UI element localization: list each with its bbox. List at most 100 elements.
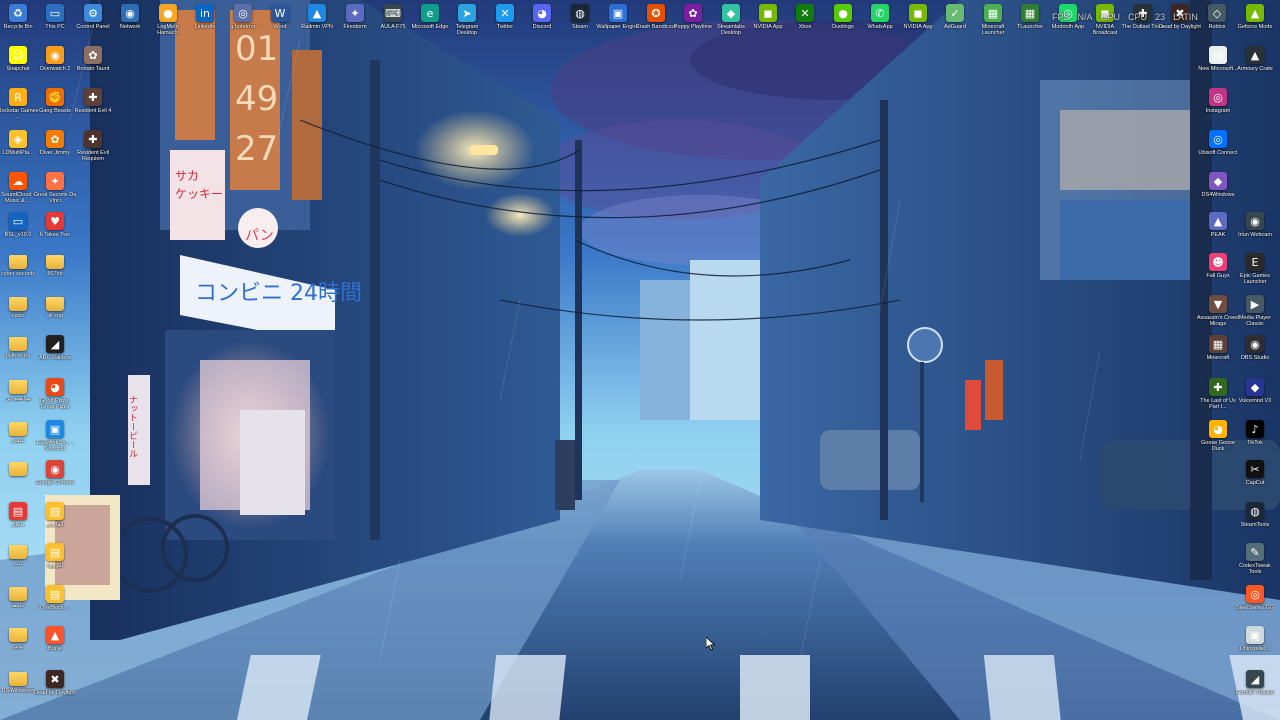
desktop-icon-linkedin[interactable]: in LinkedIn [185, 2, 225, 42]
desktop-icon-dead-by-daylight-left[interactable]: ✖ Dead by Daylight [34, 668, 76, 708]
desktop-icon-nvidia-app[interactable]: ◼ NVIDIA App [748, 2, 788, 42]
desktop-icon-codex-tweak[interactable]: ✎ CodexTweak Tools [1235, 541, 1275, 581]
desktop-icon-ds4windows-right[interactable]: ◆ DS4Windows [1198, 170, 1238, 210]
desktop-icon-resident-evil-4[interactable]: ✚ Resident Evil 4 [73, 86, 113, 126]
desktop-icon-label: البروزة [46, 563, 64, 569]
nvidia-app-icon: ◼ [759, 4, 777, 22]
onedrive-shortcut-icon: ▤ [46, 585, 64, 603]
desktop-icon-label: Dead by Daylight [34, 690, 76, 696]
desktop-icon-assassins-creed[interactable]: ▼ Assassin's Creed Mirage [1197, 293, 1239, 333]
wallpaper-engine-icon: ▣ [609, 4, 627, 22]
desktop-icon-label: EasyAntiCh... - Shortcut [36, 440, 74, 452]
desktop-icon-file-alfaris[interactable]: ▤ الفارس [35, 500, 75, 540]
desktop-icon-armoury-crate[interactable]: ▲ Armoury Crate [1235, 44, 1275, 84]
desktop-icon-gang-beasts[interactable]: ✊ Gang Beasts [35, 86, 75, 126]
desktop-icon-google-chrome[interactable]: ◉ Google Chrome [35, 458, 75, 498]
desktop-icon-discord[interactable]: ◕ Discord [522, 2, 562, 42]
desktop-icon-folder-arabic-1[interactable]: مواضيع ابي [0, 376, 38, 416]
folder-icon [9, 422, 27, 436]
desktop-icon-soundcloud[interactable]: ☁ SoundCloud - Music & ... [0, 170, 38, 210]
desktop-icon-recycle-bin[interactable]: ♻ Recycle Bin [0, 2, 38, 42]
desktop-icon-brotato[interactable]: ✿ Brotato Taunt [73, 44, 113, 84]
desktop-icon-label: It Takes Two [39, 232, 71, 238]
desktop-icon-fall-guys[interactable]: ☻ Fall Guys [1198, 251, 1238, 291]
desktop-icon-whatsapp[interactable]: ✆ WhatsApp [860, 2, 900, 42]
desktop-icon-diver-jimmy[interactable]: ✿ Diver Jimmy [35, 128, 75, 168]
desktop-icon-steamtools[interactable]: ◍ SteamTools [1235, 500, 1275, 540]
desktop-icon-steelseries-gg[interactable]: ◎ SteelSeries GG [1235, 583, 1275, 623]
desktop-icon-microsoft-edge[interactable]: e Microsoft Edge [410, 2, 450, 42]
desktop-icon-tiktok[interactable]: ♪ TikTok [1235, 418, 1275, 458]
desktop-icon-adguard[interactable]: ✓ AdGuard [935, 2, 975, 42]
desktop-icon-it-takes-two[interactable]: ♥ It Takes Two [35, 210, 75, 250]
desktop-icon-tlauncher[interactable]: ▦ TLauncher [1010, 2, 1050, 42]
desktop-icon-onedrive-shortcut[interactable]: ▤ OneBlock ... [35, 583, 75, 623]
desktop-icon-aula-f75[interactable]: ⌨ AULA F75 [373, 2, 413, 42]
desktop-icon-ldmultiplayer[interactable]: ◈ LDMultiPla... [0, 128, 38, 168]
desktop-icon-great-secrets[interactable]: ✦ Great Secrets Da Vinci [34, 170, 76, 210]
desktop-icon-folder-arabic-3[interactable]: كتب [0, 541, 38, 581]
desktop-icon-control-panel[interactable]: ⚙ Control Panel [73, 2, 113, 42]
word-icon: W [271, 4, 289, 22]
desktop-icon-minecraft[interactable]: ▦ Minecraft [1198, 333, 1238, 373]
desktop-icon-label: DS4Windows [1201, 192, 1235, 198]
desktop-icon-rockstar-games[interactable]: R Rockstar Games ... [0, 86, 38, 126]
desktop-icon-ubisoft-connect[interactable]: ◎ Ubisoft Connect [1198, 128, 1238, 168]
desktop-icon-media-player[interactable]: ▶ Media Player Classic [1235, 293, 1275, 333]
desktop-icon-obs-studio[interactable]: ◉ OBS Studio [1235, 333, 1275, 373]
desktop-icon-poppy-playtime[interactable]: ✿ Poppy Playtime [673, 2, 713, 42]
twitter-icon: ✕ [496, 4, 514, 22]
desktop-icon-arabic-file-1[interactable]: ▤ دانيال [0, 500, 38, 540]
desktop-icon-new-microsoft[interactable]: ▤ New Microsoft... [1198, 44, 1238, 84]
desktop-icon-capcut[interactable]: ✂ CapCut [1235, 458, 1275, 498]
duolingo-icon: ● [834, 4, 852, 22]
desktop-icon-this-pc[interactable]: ▭ This PC [35, 2, 75, 42]
desktop-icon-instagram[interactable]: ◎ Instagram [1198, 86, 1238, 126]
desktop-icon-folder-arabic-2[interactable]: علوان [0, 418, 38, 458]
desktop-icon-streamlabs-desktop[interactable]: ◆ Streamlabs Desktop [711, 2, 751, 42]
desktop-icon-telegram-desktop[interactable]: ➤ Telegram Desktop [447, 2, 487, 42]
desktop-icon-gdphorror[interactable]: ◎ g.hohorror [223, 2, 263, 42]
desktop-icon-crash-bandicoot[interactable]: ✪ Crash Bandicoot [636, 2, 676, 42]
desktop-icon-resident-evil-requiem[interactable]: ✚ Resident Evil Requiem [73, 128, 113, 168]
desktop-icon-label: Epic Games Launcher [1240, 273, 1270, 285]
desktop-icon-word[interactable]: W Word [260, 2, 300, 42]
desktop-icon-radmin-vpn[interactable]: ▲ Radmin VPN [297, 2, 337, 42]
desktop-icon-peak[interactable]: ▲ PEAK [1198, 210, 1238, 250]
desktop-icon-fortnite-tracker[interactable]: ◢ Fortnite Tracker [1235, 668, 1275, 708]
desktop-icon-twitter[interactable]: ✕ Twitter [485, 2, 525, 42]
desktop-icon-network[interactable]: ◉ Network [110, 2, 150, 42]
resident-evil-requiem-icon: ✚ [84, 130, 102, 148]
desktop-icon-overwatch-2[interactable]: ◉ Overwatch 2 [35, 44, 75, 84]
desktop-icon-folder-blank[interactable] [0, 458, 38, 498]
desktop-icon-brave[interactable]: ▲ Brave [35, 624, 75, 664]
desktop-icon-minecraft-launcher[interactable]: ▦ Minecraft Launcher [973, 2, 1013, 42]
desktop-icon-goose-goose-duck[interactable]: ◕ Goose Goose Duck [1198, 418, 1238, 458]
desktop-icon-easyantichaet[interactable]: ▣ EasyAntiCh... - Shortcut [35, 418, 75, 458]
desktop-icon-xbox[interactable]: ✕ Xbox [785, 2, 825, 42]
desktop-icon-bsl[interactable]: ▭ BSL_v10.0 [0, 210, 38, 250]
desktop-icon-epic-games[interactable]: E Epic Games Launcher [1235, 251, 1275, 291]
desktop-icon-folder-allsog[interactable]: all sog [35, 293, 75, 333]
radmin-vpn-icon: ▲ [308, 4, 326, 22]
desktop-icon-file-albroza[interactable]: ▤ البروزة [35, 541, 75, 581]
desktop-icon-nvidia-app-2[interactable]: ◼ NVIDIA App [898, 2, 938, 42]
desktop-icon-the-last-of-us[interactable]: ✚ The Last of Us Part I... [1198, 376, 1238, 416]
desktop-icon-folder-867hb[interactable]: 867hb [35, 251, 75, 291]
desktop-icon-folder-arabic-5[interactable]: تويتر [0, 624, 38, 664]
desktop-icon-wallpaper-engine[interactable]: ▣ Wallpaper Engine [596, 2, 640, 42]
desktop-icon-iriun-webcam[interactable]: ◉ Iriun Webcam [1235, 210, 1275, 250]
desktop-icon-python-try[interactable]: python try [0, 333, 38, 373]
desktop-icon-arc-raiders[interactable]: ◢ ARC Raiders [35, 333, 75, 373]
desktop-icon-duolingo[interactable]: ● Duolingo [823, 2, 863, 42]
desktop-icon-uninstaller[interactable]: ▣ Uninstaller... [1235, 624, 1275, 664]
desktop-icon-folder-arabic-4[interactable]: جامعة [0, 583, 38, 623]
desktop-icon-steam[interactable]: ◍ Steam [560, 2, 600, 42]
desktop-icon-voicemod[interactable]: ◆ Voicemod V3 [1235, 376, 1275, 416]
desktop-icon-good-pizza[interactable]: ◕ Good Pizza, Great Pizza [35, 376, 75, 416]
desktop-icon-logmein-hamachi[interactable]: ● LogMeIn Hamachi [148, 2, 188, 42]
desktop-icon-label: CapCut [1245, 480, 1265, 486]
desktop-icon-snapchat[interactable]: ☺ Snapchat [0, 44, 38, 84]
desktop-icon-firestorm[interactable]: ✦ Firestorm [335, 2, 375, 42]
desktop-icon-ds4windows-left[interactable]: DS4Windows [0, 668, 38, 708]
